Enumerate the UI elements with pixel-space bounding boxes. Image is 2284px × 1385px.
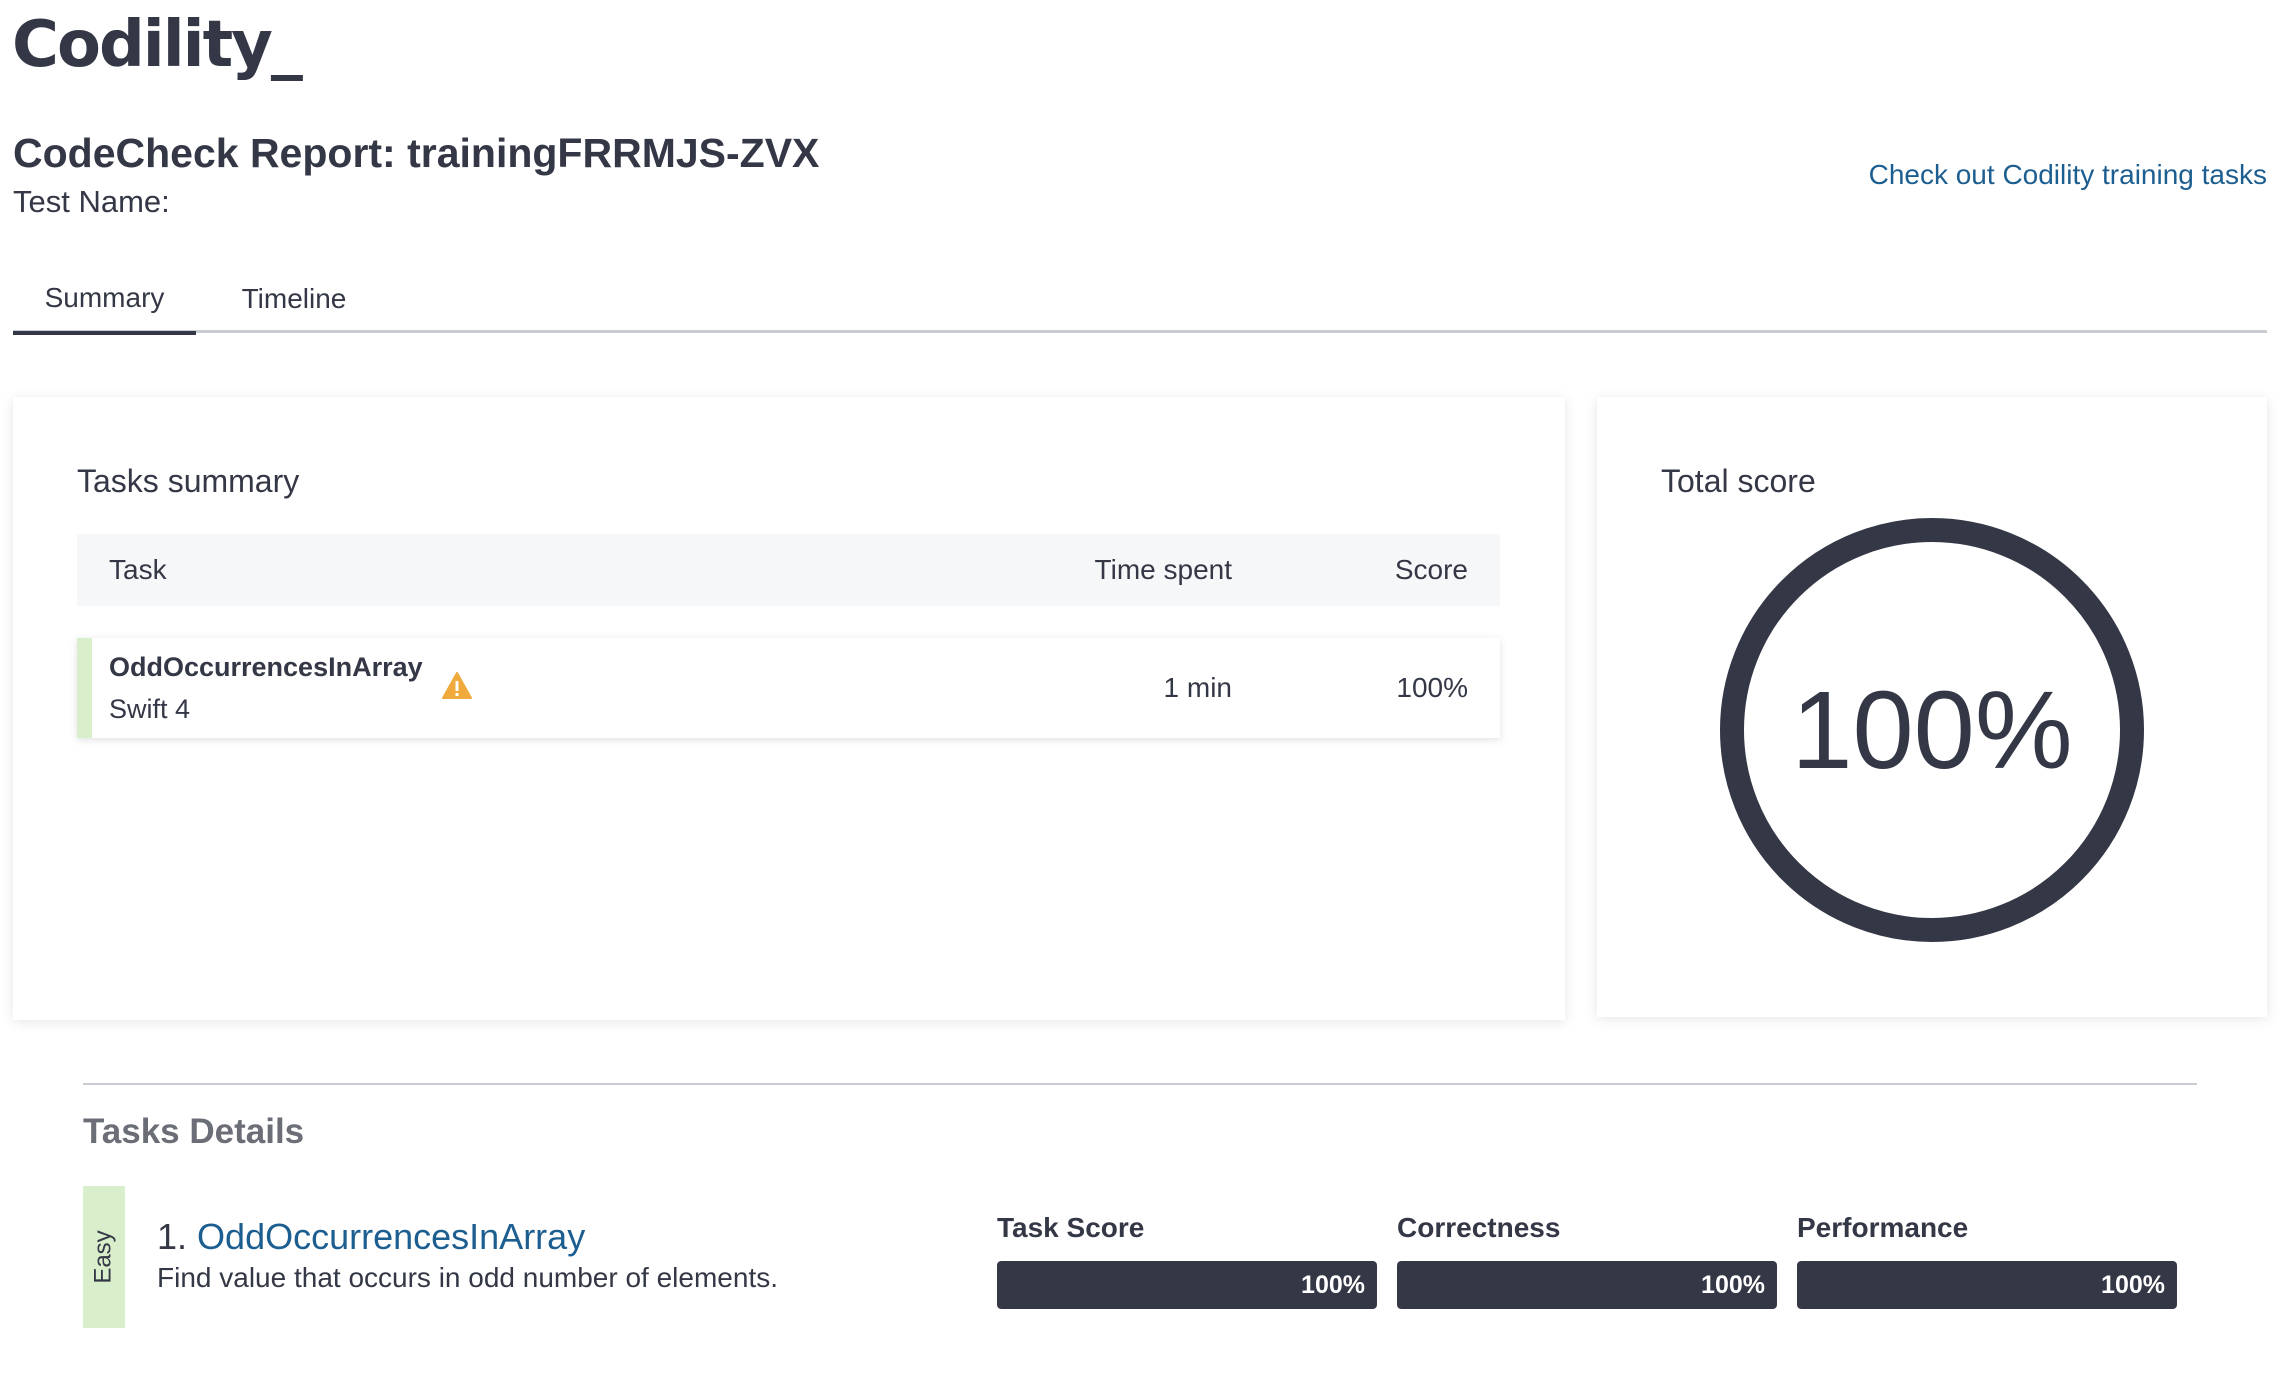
metric-label-task-score: Task Score [997, 1212, 1145, 1243]
performance-bar: 100% [1797, 1261, 2177, 1309]
task-score: 100% [1396, 672, 1468, 703]
metric-label-correctness: Correctness [1397, 1212, 1561, 1243]
total-score-value: 100% [1791, 668, 2073, 792]
column-header-task: Task [109, 554, 167, 585]
tasks-details-title: Tasks Details [83, 1112, 305, 1151]
total-score-card: Total score 100% [1597, 397, 2267, 1017]
task-language: Swift 4 [109, 694, 191, 724]
metric-label-performance: Performance [1797, 1212, 1969, 1243]
task-detail-heading: 1. OddOccurrencesInArray [157, 1216, 585, 1258]
report-title: CodeCheck Report: trainingFRRMJS-ZVX [13, 130, 820, 176]
task-detail-description: Find value that occurs in odd number of … [157, 1262, 779, 1293]
table-header: Task Time spent Score [77, 534, 1500, 606]
tasks-summary-title: Tasks summary [77, 463, 300, 499]
task-name[interactable]: OddOccurrencesInArray [109, 652, 423, 683]
codility-logo[interactable]: Codility_ [12, 8, 303, 82]
task-time-spent: 1 min [1163, 672, 1232, 703]
training-tasks-link[interactable]: Check out Codility training tasks [1869, 159, 2267, 191]
column-header-time-spent: Time spent [1094, 554, 1232, 585]
task-detail-number: 1. [157, 1216, 188, 1257]
table-row[interactable]: OddOccurrencesInArray Swift 4 1 min 100% [77, 638, 1500, 738]
tab-bar: Summary Timeline [13, 265, 2267, 335]
difficulty-label: Easy [90, 1230, 118, 1284]
task-detail-link[interactable]: OddOccurrencesInArray [197, 1216, 585, 1257]
tasks-summary-card: Tasks summary Task Time spent Score OddO… [13, 397, 1565, 1020]
performance-bar-value: 100% [2101, 1270, 2165, 1299]
correctness-bar-fill: 100% [1397, 1261, 1777, 1309]
row-difficulty-bar [77, 638, 92, 738]
column-header-score: Score [1394, 554, 1468, 585]
test-name-label: Test Name: [13, 184, 170, 219]
task-score-bar-value: 100% [1301, 1270, 1365, 1299]
task-score-bar-fill: 100% [997, 1261, 1377, 1309]
section-divider [83, 1083, 2197, 1085]
tab-summary[interactable]: Summary [13, 265, 196, 335]
correctness-bar-value: 100% [1701, 1270, 1765, 1299]
task-score-bar: 100% [997, 1261, 1377, 1309]
correctness-bar: 100% [1397, 1261, 1777, 1309]
total-score-ring: 100% [1720, 518, 2144, 942]
total-score-title: Total score [1661, 463, 1816, 499]
difficulty-badge: Easy [83, 1186, 125, 1328]
warning-triangle-icon [442, 672, 472, 699]
tab-timeline[interactable]: Timeline [214, 265, 374, 333]
performance-bar-fill: 100% [1797, 1261, 2177, 1309]
